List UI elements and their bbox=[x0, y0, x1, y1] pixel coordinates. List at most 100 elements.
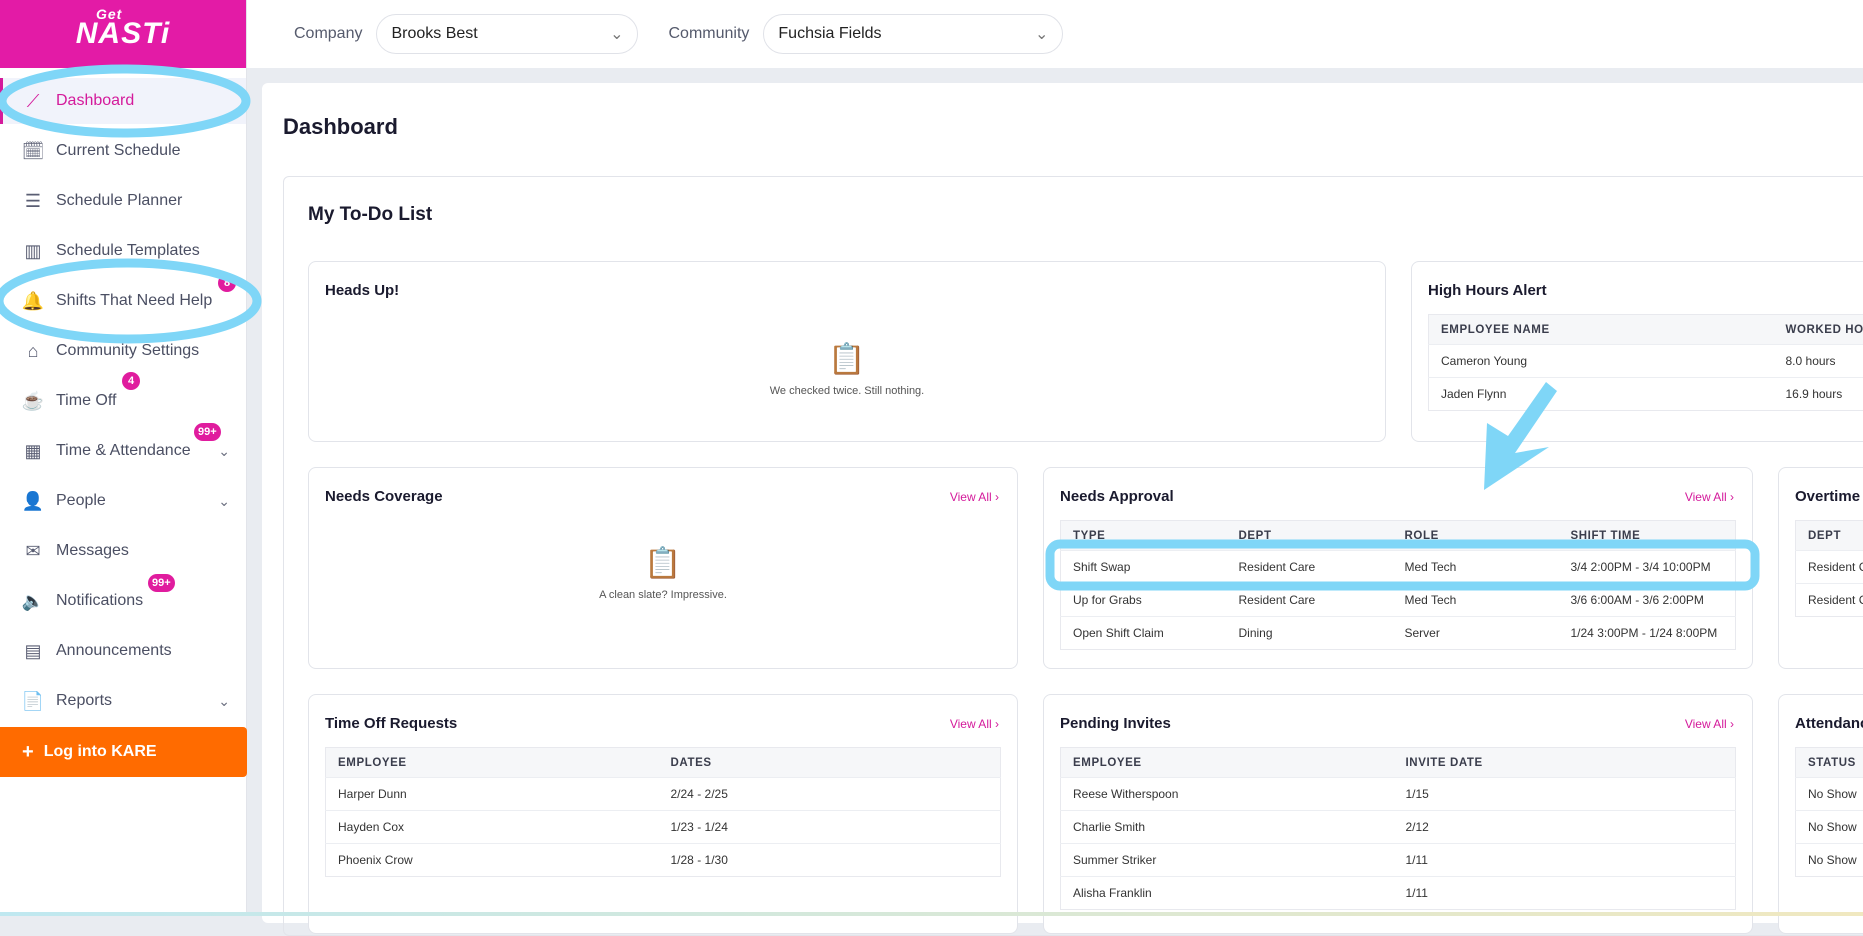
table-row[interactable]: No Show bbox=[1796, 811, 1863, 844]
column-header: ROLE bbox=[1393, 521, 1559, 551]
column-header: DATES bbox=[659, 748, 1001, 778]
table-row[interactable]: Jaden Flynn16.9 hours bbox=[1429, 378, 1863, 411]
table-cell: 1/23 - 1/24 bbox=[659, 811, 1001, 844]
table-row[interactable]: Resident Care bbox=[1796, 584, 1863, 617]
table-cell: Resident Care bbox=[1796, 584, 1863, 617]
bell-alert-icon: 🔔 bbox=[22, 290, 44, 312]
column-header: WORKED HOURS bbox=[1774, 315, 1863, 345]
sidebar-item-label: Announcements bbox=[56, 642, 172, 660]
overtime-card: Overtime DEPTResident CareResident Care bbox=[1778, 467, 1863, 669]
card-title: Pending Invites bbox=[1060, 715, 1171, 732]
logo-top: Get bbox=[96, 6, 122, 22]
column-header: TYPE bbox=[1061, 521, 1227, 551]
table-row[interactable]: Hayden Cox1/23 - 1/24 bbox=[326, 811, 1001, 844]
view-all-link[interactable]: View All › bbox=[1685, 717, 1734, 731]
table-cell: 8.0 hours bbox=[1774, 345, 1863, 378]
sidebar-item-shifts-that-need-help[interactable]: 🔔Shifts That Need Help8 bbox=[0, 278, 246, 324]
sidebar-item-label: Schedule Planner bbox=[56, 192, 182, 210]
report-icon: 📄 bbox=[22, 690, 44, 712]
sidebar-item-label: Notifications bbox=[56, 592, 143, 610]
table-cell: Resident Care bbox=[1227, 584, 1393, 617]
table-row[interactable]: Reese Witherspoon1/15 bbox=[1061, 778, 1736, 811]
table-row[interactable]: Summer Striker1/11 bbox=[1061, 844, 1736, 877]
card-title: Overtime bbox=[1795, 488, 1860, 505]
column-header: EMPLOYEE bbox=[326, 748, 659, 778]
table-header-row: TYPEDEPTROLESHIFT TIME bbox=[1061, 521, 1736, 551]
sidebar-item-announcements[interactable]: ▤Announcements bbox=[0, 628, 246, 674]
table-header-row: STATUS bbox=[1796, 748, 1863, 778]
sidebar-item-label: People bbox=[56, 492, 106, 510]
sidebar-item-dashboard[interactable]: ⟋Dashboard bbox=[0, 78, 246, 124]
page-title: Dashboard bbox=[283, 114, 398, 140]
table-row[interactable]: Phoenix Crow1/28 - 1/30 bbox=[326, 844, 1001, 877]
clipboard-icon: 📋 bbox=[309, 546, 1017, 581]
table-row[interactable]: Harper Dunn2/24 - 2/25 bbox=[326, 778, 1001, 811]
card-title: Needs Approval bbox=[1060, 488, 1174, 505]
company-select[interactable]: Brooks Best⌄ bbox=[376, 14, 638, 54]
clipboard-icon: 📋 bbox=[309, 342, 1385, 377]
table-cell: Server bbox=[1393, 617, 1559, 650]
chevron-down-icon[interactable]: ⌄ bbox=[218, 493, 230, 510]
table-row[interactable]: Cameron Young8.0 hours bbox=[1429, 345, 1863, 378]
company-label: Company bbox=[294, 25, 362, 43]
sidebar-item-current-schedule[interactable]: 🗓Current Schedule bbox=[0, 128, 246, 174]
sidebar-item-label: Schedule Templates bbox=[56, 242, 200, 260]
table-row[interactable]: Shift SwapResident CareMed Tech3/4 2:00P… bbox=[1061, 551, 1736, 584]
sidebar-item-label: Reports bbox=[56, 692, 112, 710]
pending-invites-card: Pending Invites View All › EMPLOYEEINVIT… bbox=[1043, 694, 1753, 934]
sliders-icon: ☰ bbox=[22, 190, 44, 212]
sidebar-item-reports[interactable]: 📄 Reports ⌄ bbox=[0, 678, 246, 724]
table-cell: Up for Grabs bbox=[1061, 584, 1227, 617]
table-cell: 1/28 - 1/30 bbox=[659, 844, 1001, 877]
table-row[interactable]: Resident Care bbox=[1796, 551, 1863, 584]
needs-approval-card: Needs Approval View All › TYPEDEPTROLESH… bbox=[1043, 467, 1753, 669]
count-badge: 4 bbox=[122, 372, 140, 390]
high-hours-card: High Hours Alert EMPLOYEE NAMEWORKED HOU… bbox=[1411, 261, 1863, 442]
table-cell: 1/24 3:00PM - 1/24 8:00PM bbox=[1559, 617, 1736, 650]
community-select[interactable]: Fuchsia Fields⌄ bbox=[763, 14, 1063, 54]
table-cell: Charlie Smith bbox=[1061, 811, 1394, 844]
table-row[interactable]: Open Shift ClaimDiningServer1/24 3:00PM … bbox=[1061, 617, 1736, 650]
table-cell: Open Shift Claim bbox=[1061, 617, 1227, 650]
view-all-link[interactable]: View All › bbox=[950, 717, 999, 731]
sidebar-item-notifications[interactable]: 🔈Notifications99+ bbox=[0, 578, 246, 624]
count-badge: 99+ bbox=[194, 423, 221, 441]
empty-text: We checked twice. Still nothing. bbox=[770, 385, 924, 397]
sidebar-item-community-settings[interactable]: ⌂Community Settings bbox=[0, 328, 246, 374]
log-into-kare-button[interactable]: +Log into KARE bbox=[0, 727, 247, 777]
empty-state: 📋 We checked twice. Still nothing. bbox=[309, 342, 1385, 397]
chevron-down-icon[interactable]: ⌄ bbox=[218, 693, 230, 710]
speaker-icon: 🔈 bbox=[22, 590, 44, 612]
sidebar-item-time-off[interactable]: ☕Time Off4 bbox=[0, 378, 246, 424]
time-off-requests-card: Time Off Requests View All › EMPLOYEEDAT… bbox=[308, 694, 1018, 934]
bottom-strip bbox=[0, 912, 1863, 916]
needs-approval-table: TYPEDEPTROLESHIFT TIMEShift SwapResident… bbox=[1060, 520, 1736, 650]
table-row[interactable]: Charlie Smith2/12 bbox=[1061, 811, 1736, 844]
attendance-card: Attendance STATUSNo ShowNo ShowNo Show bbox=[1778, 694, 1863, 934]
table-cell: No Show bbox=[1796, 811, 1863, 844]
table-cell: Shift Swap bbox=[1061, 551, 1227, 584]
sidebar-item-schedule-planner[interactable]: ☰ Schedule Planner bbox=[0, 178, 246, 224]
sidebar-item-people[interactable]: 👤People⌄ bbox=[0, 478, 246, 524]
view-all-link[interactable]: View All › bbox=[950, 490, 999, 504]
sidebar-item-label: Messages bbox=[56, 542, 129, 560]
view-all-link[interactable]: View All › bbox=[1685, 490, 1734, 504]
logo[interactable]: GetNASTi bbox=[0, 0, 246, 68]
sidebar-item-messages[interactable]: ✉Messages bbox=[0, 528, 246, 574]
column-header: EMPLOYEE NAME bbox=[1429, 315, 1774, 345]
table-cell: 3/4 2:00PM - 3/4 10:00PM bbox=[1559, 551, 1736, 584]
table-row[interactable]: Up for GrabsResident CareMed Tech3/6 6:0… bbox=[1061, 584, 1736, 617]
table-row[interactable]: No Show bbox=[1796, 844, 1863, 877]
sidebar-item-schedule-templates[interactable]: ▥Schedule Templates bbox=[0, 228, 246, 274]
sidebar-item-time-attendance[interactable]: ▦Time & Attendance99+⌄ bbox=[0, 428, 246, 474]
table-cell: Phoenix Crow bbox=[326, 844, 659, 877]
table-cell: Harper Dunn bbox=[326, 778, 659, 811]
table-row[interactable]: No Show bbox=[1796, 778, 1863, 811]
chevron-down-icon[interactable]: ⌄ bbox=[218, 443, 230, 460]
card-title: Heads Up! bbox=[325, 282, 399, 299]
plus-icon: + bbox=[22, 741, 34, 764]
community-label: Community bbox=[668, 25, 749, 43]
table-row[interactable]: Alisha Franklin1/11 bbox=[1061, 877, 1736, 910]
table-cell: Reese Witherspoon bbox=[1061, 778, 1394, 811]
table-cell: Resident Care bbox=[1227, 551, 1393, 584]
